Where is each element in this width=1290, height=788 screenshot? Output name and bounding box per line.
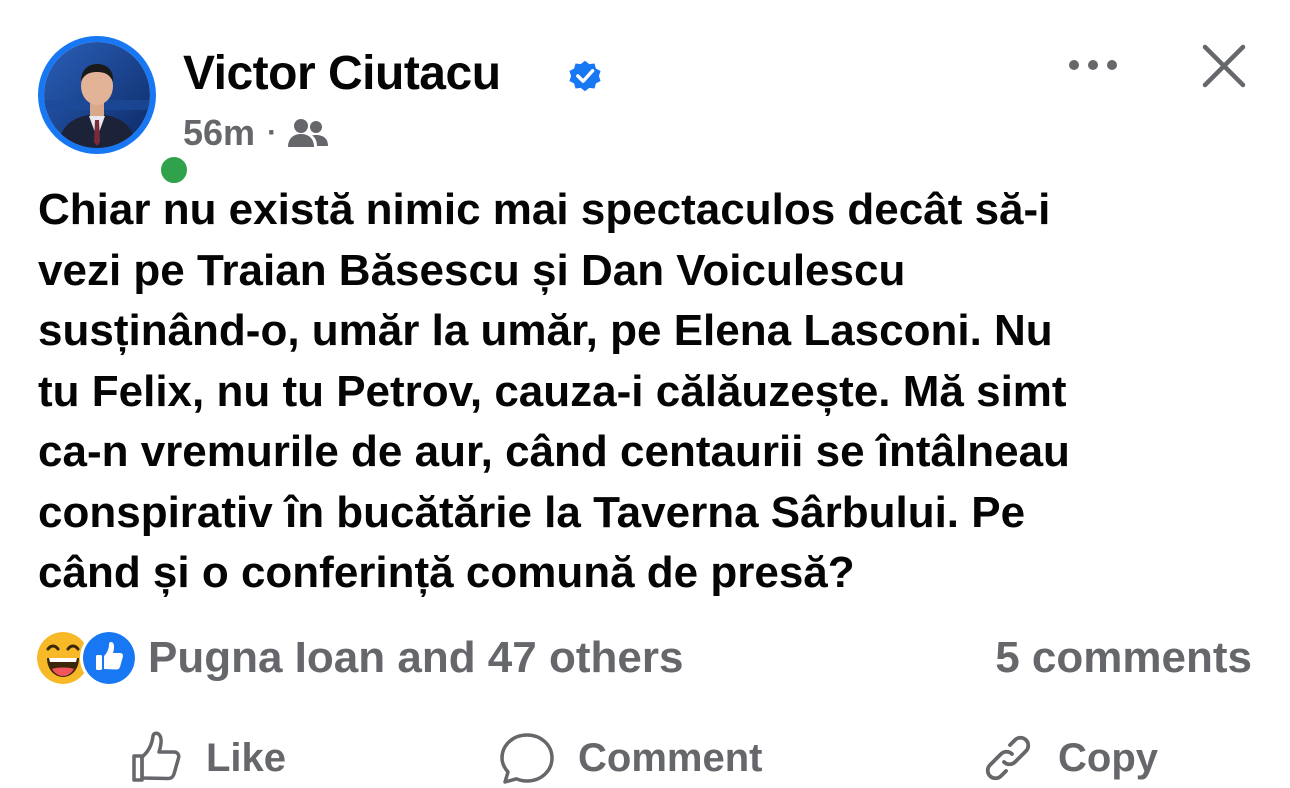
copy-link-button[interactable]: Copy <box>980 728 1158 788</box>
post-text-line: când și o conferință comună de presă? <box>38 548 855 597</box>
reactions-summary[interactable]: Pugna Ioan and 47 others <box>34 628 683 688</box>
post-time[interactable]: 56m <box>183 112 255 154</box>
like-label: Like <box>206 735 287 780</box>
post-text-line: vezi pe Traian Băsescu și Dan Voiculescu <box>38 245 906 295</box>
reactions-label[interactable]: Pugna Ioan and 47 others <box>148 633 683 683</box>
post-text-line: conspirativ în bucătărie la Taverna Sârb… <box>38 487 1026 537</box>
post-meta: 56m · <box>183 110 329 156</box>
avatar-image <box>44 42 150 148</box>
comment-label: Comment <box>578 735 763 780</box>
author-name[interactable]: Victor Ciutacu <box>183 44 501 104</box>
post-text-line: ca-n vremurile de aur, când centaurii se… <box>38 427 1070 476</box>
like-icon <box>80 629 138 687</box>
post-text-line: tu Felix, nu tu Petrov, cauza-i călăuzeș… <box>38 366 1067 416</box>
link-icon <box>985 735 1031 781</box>
like-outline-icon <box>132 731 181 782</box>
post-text-line: Chiar nu există nimic mai spectaculos de… <box>38 185 1051 234</box>
more-options-icon[interactable] <box>1066 54 1120 76</box>
post-text-line: susținând-o, umăr la umăr, pe Elena Lasc… <box>38 306 1053 355</box>
copy-label: Copy <box>1058 735 1158 780</box>
close-icon[interactable] <box>1200 42 1248 90</box>
meta-separator: · <box>267 116 278 149</box>
post-text: Chiar nu există nimic mai spectaculos de… <box>38 180 1258 604</box>
comment-button[interactable]: Comment <box>498 728 762 788</box>
post-header: Victor Ciutacu 56m · <box>0 0 1290 188</box>
verified-badge-icon <box>569 60 601 92</box>
action-bar: Like Comment Copy <box>0 728 1290 788</box>
like-button[interactable]: Like <box>128 728 286 788</box>
avatar[interactable] <box>38 36 192 188</box>
comments-count[interactable]: 5 comments <box>995 628 1252 688</box>
friends-icon[interactable] <box>287 117 329 149</box>
comment-icon <box>500 733 554 784</box>
